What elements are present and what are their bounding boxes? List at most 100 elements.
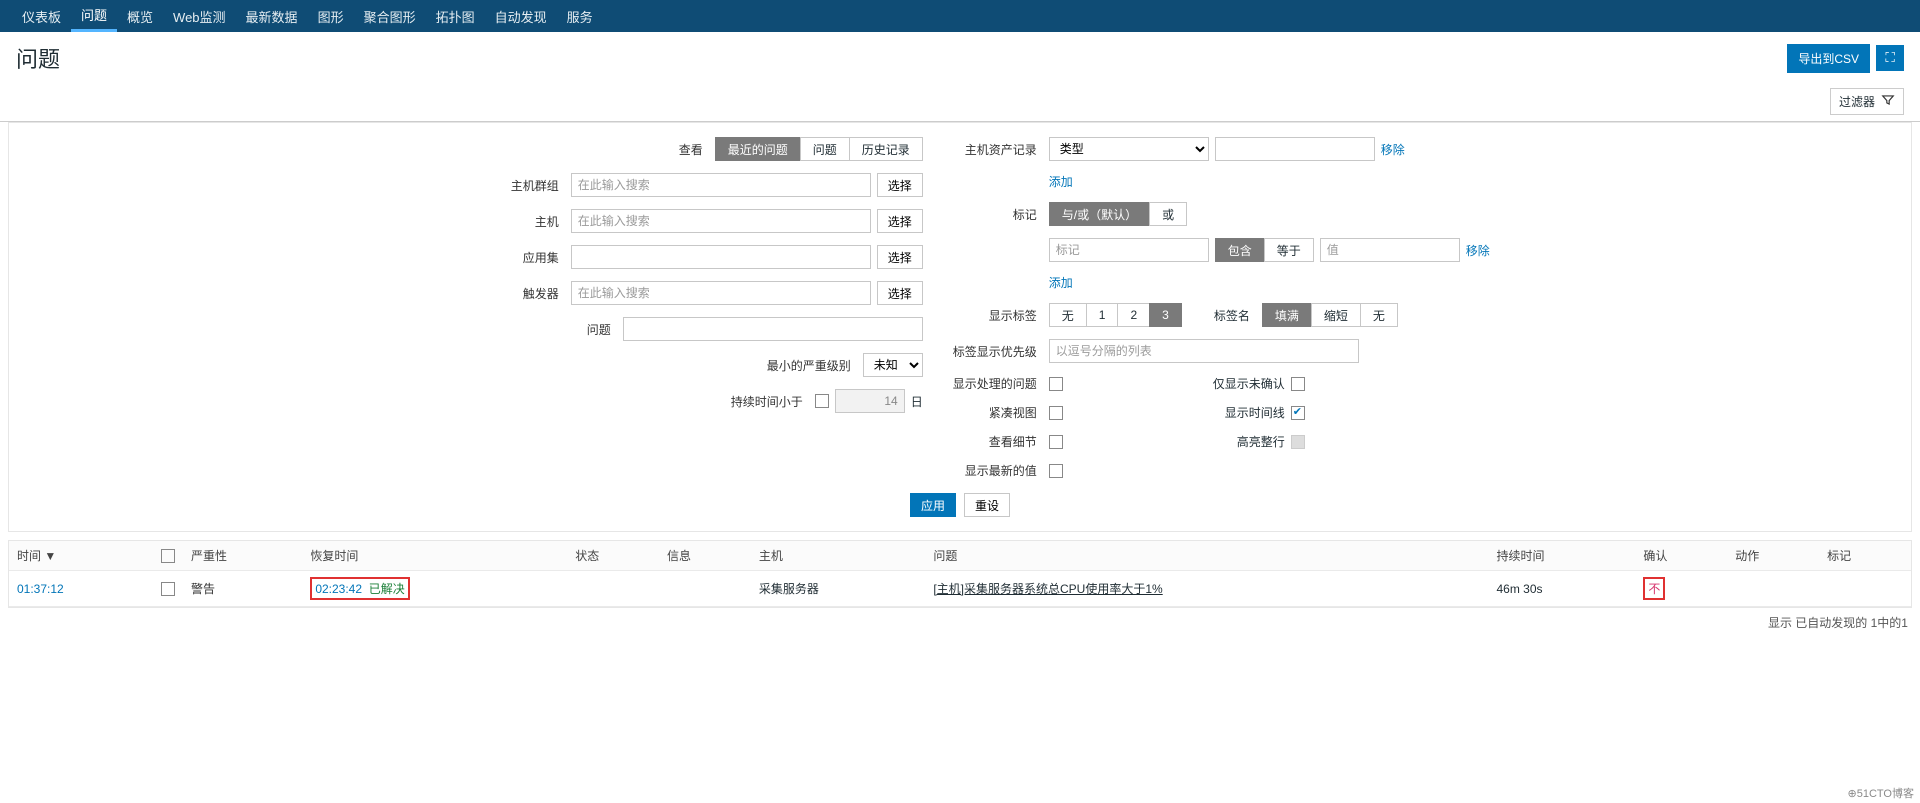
results-table: 时间 ▼ 严重性 恢复时间 状态 信息 主机 问题 持续时间 确认 动作 标记 … [9, 541, 1911, 607]
col-recovery: 恢复时间 [302, 541, 567, 571]
nav-maps[interactable]: 拓扑图 [426, 0, 485, 32]
tag-name-full[interactable]: 填满 [1262, 303, 1312, 327]
hostgroup-input[interactable] [571, 173, 871, 197]
show-tags-1[interactable]: 1 [1086, 303, 1119, 327]
tags-andor-seg: 与/或（默认） 或 [1049, 202, 1187, 226]
show-tags-label: 显示标签 [923, 307, 1043, 324]
hostgroup-select-button[interactable]: 选择 [877, 173, 923, 197]
filter-toggle[interactable]: 过滤器 [1830, 88, 1904, 115]
inventory-type-select[interactable]: 类型 [1049, 137, 1209, 161]
inventory-remove-link[interactable]: 移除 [1381, 141, 1405, 158]
cell-tags [1819, 571, 1911, 607]
tags-or[interactable]: 或 [1149, 202, 1187, 226]
nav-discovery[interactable]: 自动发现 [485, 0, 557, 32]
highlight-row-checkbox[interactable] [1291, 435, 1305, 449]
compact-checkbox[interactable] [1049, 406, 1063, 420]
table-header-row: 时间 ▼ 严重性 恢复时间 状态 信息 主机 问题 持续时间 确认 动作 标记 [9, 541, 1911, 571]
timeline-checkbox[interactable] [1291, 406, 1305, 420]
reset-button[interactable]: 重设 [964, 493, 1010, 517]
inventory-add-link[interactable]: 添加 [1049, 173, 1073, 190]
nav-screens[interactable]: 聚合图形 [354, 0, 426, 32]
nav-services[interactable]: 服务 [557, 0, 603, 32]
tag-priority-input[interactable] [1049, 339, 1359, 363]
tag-name-short[interactable]: 缩短 [1311, 303, 1361, 327]
col-severity[interactable]: 严重性 [183, 541, 302, 571]
view-label: 查看 [559, 141, 709, 158]
cell-host: 采集服务器 [751, 571, 925, 607]
tag-remove-link[interactable]: 移除 [1466, 242, 1490, 259]
fullscreen-button[interactable]: ⛶ [1876, 45, 1904, 71]
show-tags-3[interactable]: 3 [1149, 303, 1182, 327]
tag-op-contains[interactable]: 包含 [1215, 238, 1265, 262]
nav-latest[interactable]: 最新数据 [236, 0, 308, 32]
page-title: 问题 [16, 42, 1787, 74]
view-problems[interactable]: 问题 [800, 137, 850, 161]
nav-web[interactable]: Web监测 [163, 0, 236, 32]
filter-left-col: 查看 最近的问题 问题 历史记录 主机群组 选择 主机 选择 应用集 选择 触发… [29, 137, 923, 479]
col-time[interactable]: 时间 ▼ [9, 541, 153, 571]
highlight-row-label: 高亮整行 [1195, 433, 1285, 450]
tag-op-equals[interactable]: 等于 [1264, 238, 1314, 262]
watermark: ⊕51CTO博客 [1848, 785, 1914, 801]
filter-label: 过滤器 [1839, 93, 1875, 110]
cell-time[interactable]: 01:37:12 [17, 582, 64, 596]
tag-add-link[interactable]: 添加 [1049, 274, 1073, 291]
row-checkbox[interactable] [161, 582, 175, 596]
show-suppressed-checkbox[interactable] [1049, 377, 1063, 391]
age-value[interactable]: 14 [835, 389, 905, 413]
view-recent[interactable]: 最近的问题 [715, 137, 801, 161]
filter-icon [1881, 93, 1895, 110]
nav-graphs[interactable]: 图形 [308, 0, 354, 32]
tag-name-none[interactable]: 无 [1360, 303, 1398, 327]
show-tags-none[interactable]: 无 [1049, 303, 1087, 327]
unack-only-checkbox[interactable] [1291, 377, 1305, 391]
inventory-value-input[interactable] [1215, 137, 1375, 161]
application-select-button[interactable]: 选择 [877, 245, 923, 269]
cell-status: 已解决 [369, 582, 405, 596]
details-checkbox[interactable] [1049, 435, 1063, 449]
host-label: 主机 [415, 213, 565, 230]
view-segmented: 最近的问题 问题 历史记录 [715, 137, 923, 161]
severity-label: 最小的严重级别 [707, 357, 857, 374]
col-tags: 标记 [1819, 541, 1911, 571]
age-checkbox[interactable] [815, 394, 829, 408]
tags-andor[interactable]: 与/或（默认） [1049, 202, 1150, 226]
footer-summary: 显示 已自动发现的 1中的1 [0, 610, 1920, 635]
host-input[interactable] [571, 209, 871, 233]
col-problem[interactable]: 问题 [925, 541, 1488, 571]
select-all-checkbox[interactable] [161, 549, 175, 563]
tag-name-input[interactable] [1049, 238, 1209, 262]
show-tags-seg: 无 1 2 3 [1049, 303, 1182, 327]
cell-ack[interactable]: 不 [1648, 582, 1660, 596]
cell-recovery-time[interactable]: 02:23:42 [315, 582, 362, 596]
nav-overview[interactable]: 概览 [117, 0, 163, 32]
export-csv-button[interactable]: 导出到CSV [1787, 44, 1870, 73]
view-history[interactable]: 历史记录 [849, 137, 923, 161]
filter-right-col: 主机资产记录 类型 移除 添加 标记 与/或（默认） 或 包含 等于 [923, 137, 1854, 479]
show-suppressed-label: 显示处理的问题 [923, 375, 1043, 392]
top-nav: 仪表板 问题 概览 Web监测 最新数据 图形 聚合图形 拓扑图 自动发现 服务 [0, 0, 1920, 32]
host-select-button[interactable]: 选择 [877, 209, 923, 233]
problem-label: 问题 [467, 321, 617, 338]
nav-dashboard[interactable]: 仪表板 [12, 0, 71, 32]
latest-values-checkbox[interactable] [1049, 464, 1063, 478]
tag-value-input[interactable] [1320, 238, 1460, 262]
trigger-input[interactable] [571, 281, 871, 305]
cell-problem[interactable]: [主机]采集服务器系统总CPU使用率大于1% [933, 582, 1162, 596]
cell-actions [1727, 571, 1819, 607]
timeline-label: 显示时间线 [1195, 404, 1285, 421]
problem-input[interactable] [623, 317, 923, 341]
trigger-select-button[interactable]: 选择 [877, 281, 923, 305]
cell-info [659, 571, 751, 607]
col-actions: 动作 [1727, 541, 1819, 571]
age-label: 持续时间小于 [659, 393, 809, 410]
application-input[interactable] [571, 245, 871, 269]
unack-only-label: 仅显示未确认 [1195, 375, 1285, 392]
col-host[interactable]: 主机 [751, 541, 925, 571]
nav-problems[interactable]: 问题 [71, 0, 117, 32]
filter-panel: 查看 最近的问题 问题 历史记录 主机群组 选择 主机 选择 应用集 选择 触发… [8, 122, 1912, 532]
severity-select[interactable]: 未知 [863, 353, 923, 377]
cell-duration: 46m 30s [1488, 571, 1635, 607]
show-tags-2[interactable]: 2 [1117, 303, 1150, 327]
apply-button[interactable]: 应用 [910, 493, 956, 517]
